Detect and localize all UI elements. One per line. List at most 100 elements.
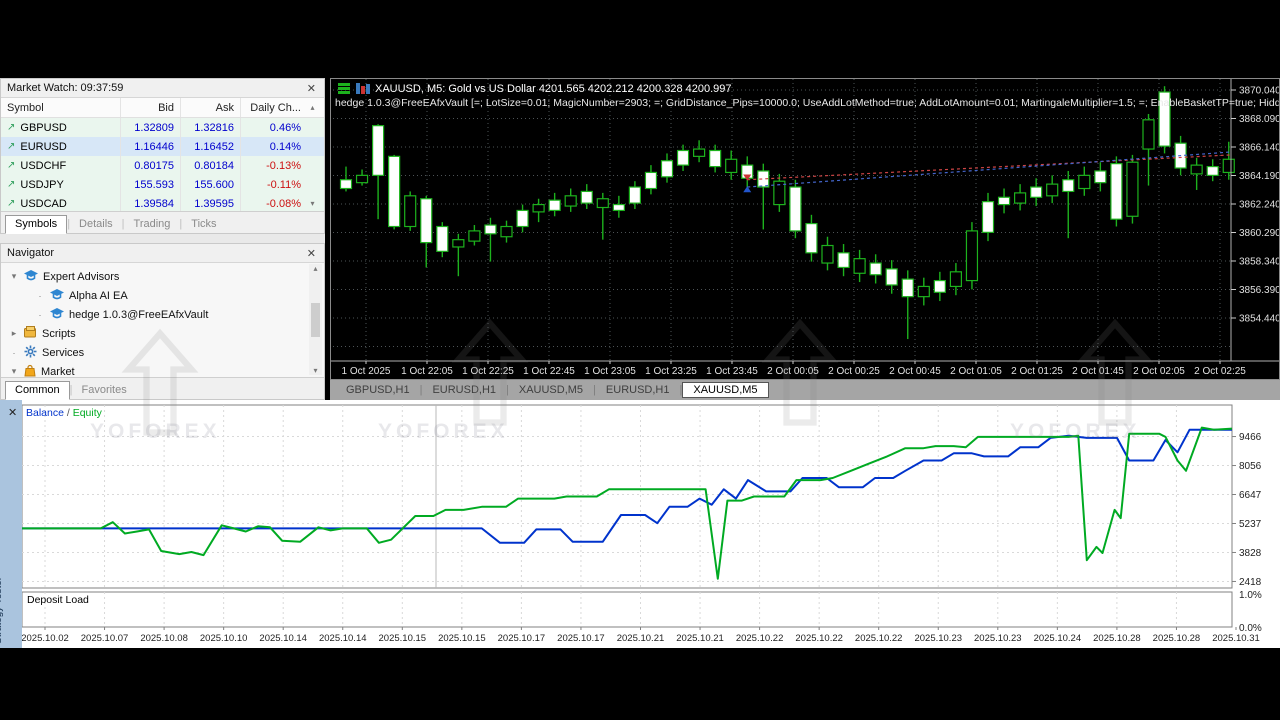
navigator-titlebar[interactable]: Navigator ✕ — [1, 244, 324, 263]
chevron-right-icon[interactable]: ▸ — [9, 328, 19, 339]
svg-text:2025.10.31: 2025.10.31 — [1212, 633, 1260, 644]
navigator-item-alpha-ai-ea[interactable]: ·Alpha AI EA — [1, 286, 324, 305]
svg-text:2 Oct 00:05: 2 Oct 00:05 — [767, 366, 819, 377]
close-icon[interactable]: ✕ — [6, 406, 19, 419]
navigator-item-label: hedge 1.0.3@FreeEAfxVault — [69, 309, 208, 321]
symbol-label: USDCAD — [20, 198, 66, 210]
svg-text:2025.10.15: 2025.10.15 — [379, 633, 427, 644]
bid-value: 1.16446 — [121, 137, 181, 156]
navigator-item-hedge-1-0-3-freeeafxvault[interactable]: ·hedge 1.0.3@FreeEAfxVault — [1, 305, 324, 324]
column-header[interactable]: Ask — [181, 98, 241, 117]
balance-plot-frame — [22, 405, 1232, 588]
time-axis[interactable]: 1 Oct 20251 Oct 22:051 Oct 22:251 Oct 22… — [331, 361, 1279, 377]
market-watch-titlebar[interactable]: Market Watch: 09:37:59 ✕ — [1, 79, 324, 98]
deposit-plot-frame — [22, 592, 1232, 627]
svg-text:3860.290: 3860.290 — [1239, 228, 1279, 239]
column-header[interactable]: Symbol — [1, 98, 121, 117]
trendline[interactable] — [747, 152, 1231, 187]
svg-text:1 Oct 2025: 1 Oct 2025 — [342, 366, 391, 377]
close-icon[interactable]: ✕ — [305, 247, 318, 260]
svg-text:2025.10.28: 2025.10.28 — [1093, 633, 1141, 644]
column-header[interactable]: Bid — [121, 98, 181, 117]
navigator-item-label: Services — [42, 347, 84, 359]
navigator-item-label: Scripts — [42, 328, 76, 340]
balance-equity-chart[interactable]: Balance / EquityDeposit Load946680566647… — [22, 400, 1280, 648]
symbol-label: USDCHF — [20, 160, 66, 172]
market-watch-row[interactable]: ↗USDCHF0.801750.80184-0.13% — [1, 156, 324, 175]
scrollbar-thumb[interactable] — [311, 303, 320, 337]
trendline[interactable] — [747, 155, 1231, 180]
strategy-tester-panel: ✕ Strategy Tester Balance / EquityDeposi… — [0, 400, 1280, 648]
symbol-cell: ↗USDCHF — [1, 156, 121, 175]
svg-text:2418: 2418 — [1239, 577, 1262, 588]
strategy-tester-sidebar[interactable]: ✕ Strategy Tester — [0, 400, 22, 648]
daily-change-value: 0.14% — [241, 137, 305, 156]
scroll-up-icon[interactable]: ▴ — [305, 103, 320, 112]
svg-text:2025.10.08: 2025.10.08 — [140, 633, 188, 644]
chart-tab-1-eurusd-h1[interactable]: EURUSD,H1 — [422, 383, 506, 397]
market-watch-row[interactable]: ↗GBPUSD1.328091.328160.46% — [1, 118, 324, 137]
ask-value: 1.16452 — [181, 137, 241, 156]
svg-text:2025.10.17: 2025.10.17 — [498, 633, 546, 644]
scroll-up-icon[interactable]: ▴ — [313, 264, 317, 273]
svg-text:3858.340: 3858.340 — [1239, 257, 1279, 268]
chart-tab-0-gbpusd-h1[interactable]: GBPUSD,H1 — [336, 383, 420, 397]
market-watch-row[interactable]: ↗USDJPY155.593155.600-0.11% — [1, 175, 324, 194]
svg-text:2025.10.28: 2025.10.28 — [1153, 633, 1201, 644]
trend-up-icon: ↗ — [7, 179, 15, 190]
market-watch-row[interactable]: ↗EURUSD1.164461.164520.14% — [1, 137, 324, 156]
svg-text:2 Oct 00:25: 2 Oct 00:25 — [828, 366, 880, 377]
market-watch-tabs: Symbols|Details|Trading|Ticks — [1, 211, 324, 233]
svg-text:2025.10.23: 2025.10.23 — [974, 633, 1022, 644]
navigator-item-expert-advisors[interactable]: ▾Expert Advisors — [1, 267, 324, 286]
ask-value: 155.600 — [181, 175, 241, 194]
chevron-down-icon[interactable]: ▾ — [9, 366, 19, 377]
price-axis[interactable]: 3870.0403868.0903866.1403864.1903862.240… — [1231, 79, 1279, 361]
bid-value: 155.593 — [121, 175, 181, 194]
navigator-scrollbar[interactable]: ▴ ▾ — [309, 264, 322, 375]
market-watch-title: Market Watch: 09:37:59 — [7, 82, 123, 94]
chart-tab-3-eurusd-h1[interactable]: EURUSD,H1 — [596, 383, 680, 397]
table-icon[interactable] — [338, 83, 350, 94]
svg-text:1.0%: 1.0% — [1239, 590, 1262, 601]
navigator-tab-common[interactable]: Common — [5, 381, 70, 400]
services-icon — [24, 345, 37, 361]
chart-tab-4-xauusd-m5[interactable]: XAUUSD,M5 — [682, 382, 768, 398]
svg-text:2 Oct 01:45: 2 Oct 01:45 — [1072, 366, 1124, 377]
market-watch-tab-trading[interactable]: Trading — [125, 216, 180, 233]
deposit-load-label: Deposit Load — [27, 594, 89, 606]
symbol-label: USDJPY — [20, 179, 63, 191]
scroll-down-icon[interactable]: ▾ — [313, 366, 317, 375]
column-header-label: Ask — [216, 102, 234, 114]
symbol-cell: ↗EURUSD — [1, 137, 121, 156]
svg-text:3870.040: 3870.040 — [1239, 86, 1279, 97]
chart-symbol-title: XAUUSD, M5: Gold vs US Dollar 4201.565 4… — [375, 83, 732, 95]
svg-text:2025.10.15: 2025.10.15 — [438, 633, 486, 644]
strategy-tester-label: Strategy Tester — [0, 577, 4, 644]
market-watch-tab-symbols[interactable]: Symbols — [5, 215, 67, 234]
chevron-down-icon[interactable]: ▾ — [9, 271, 19, 282]
svg-text:2 Oct 01:05: 2 Oct 01:05 — [950, 366, 1002, 377]
close-icon[interactable]: ✕ — [305, 82, 318, 95]
chart-icon[interactable] — [356, 83, 370, 94]
chart-tab-strip: GBPUSD,H1|EURUSD,H1|XAUUSD,M5|EURUSD,H1|… — [330, 380, 1280, 400]
chart-tab-2-xauusd-m5[interactable]: XAUUSD,M5 — [509, 383, 593, 397]
svg-text:2 Oct 02:25: 2 Oct 02:25 — [1194, 366, 1246, 377]
svg-text:2025.10.23: 2025.10.23 — [914, 633, 962, 644]
market-watch-tab-details[interactable]: Details — [70, 216, 122, 233]
trend-up-icon: ↗ — [7, 198, 15, 209]
symbol-label: EURUSD — [20, 141, 66, 153]
navigator-tab-favorites[interactable]: Favorites — [72, 382, 135, 399]
market-watch-panel: Market Watch: 09:37:59 ✕ SymbolBid Ask Dai… — [0, 78, 325, 234]
market-watch-tab-ticks[interactable]: Ticks — [182, 216, 225, 233]
scroll-down-icon[interactable]: ▾ — [305, 199, 320, 208]
svg-text:8056: 8056 — [1239, 461, 1262, 472]
svg-text:2025.10.02: 2025.10.02 — [22, 633, 69, 644]
navigator-item-services[interactable]: ·Services — [1, 343, 324, 362]
symbol-cell: ↗GBPUSD — [1, 118, 121, 137]
mt5-terminal: Market Watch: 09:37:59 ✕ SymbolBid Ask Dai… — [0, 78, 1280, 648]
svg-text:3866.140: 3866.140 — [1239, 143, 1279, 154]
column-header[interactable]: Daily Ch... — [241, 98, 305, 117]
candlestick-chart[interactable]: 3870.0403868.0903866.1403864.1903862.240… — [331, 79, 1279, 379]
navigator-item-scripts[interactable]: ▸ Scripts — [1, 324, 324, 343]
